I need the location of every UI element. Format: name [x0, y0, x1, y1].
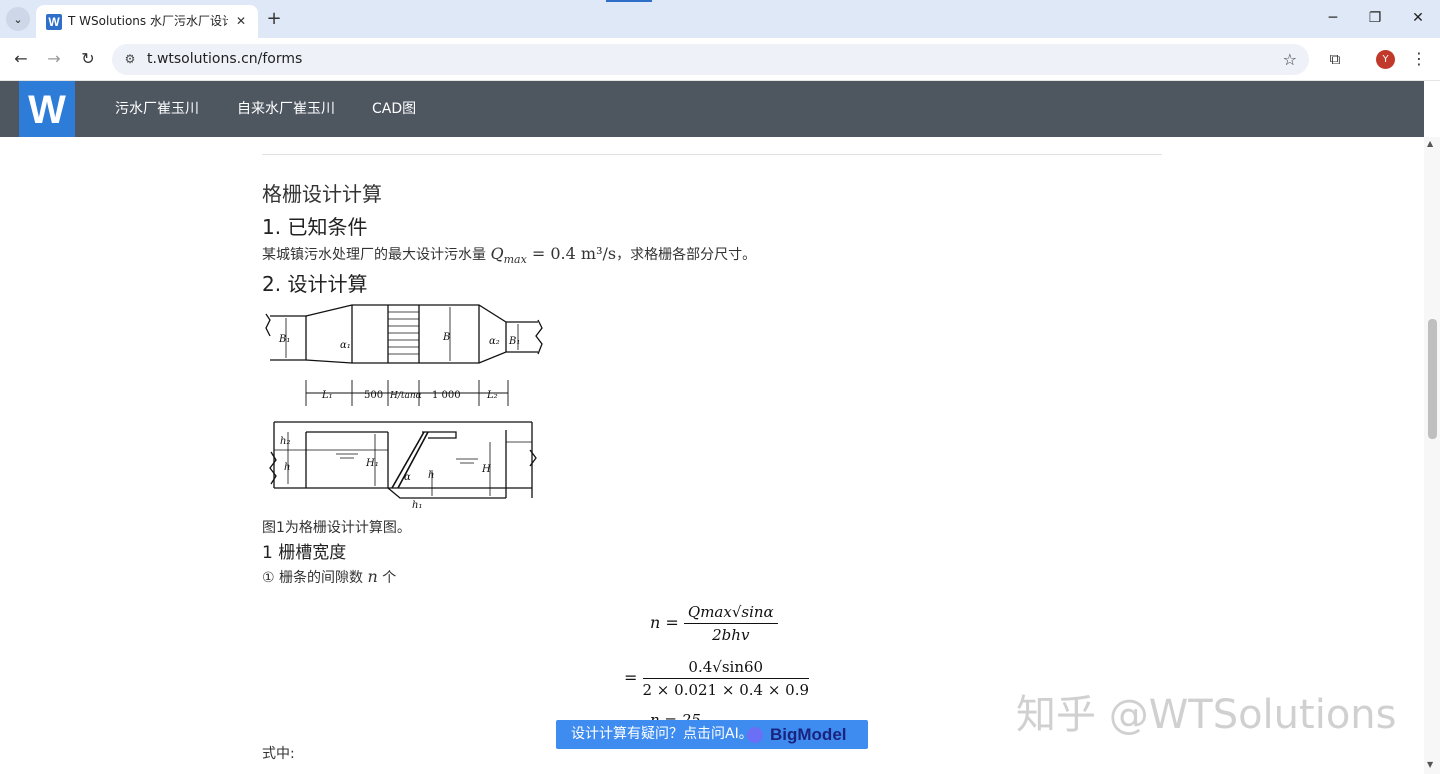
- formula-sub-lhs: =: [624, 668, 638, 687]
- label-h2: h₂: [280, 436, 290, 447]
- label-alpha1: α₁: [340, 340, 351, 351]
- nav-link-waterworks[interactable]: 自来水厂崔玉川: [237, 100, 335, 118]
- profile-avatar[interactable]: Y: [1376, 50, 1395, 69]
- puzzle-icon[interactable]: ⧉: [1325, 49, 1345, 69]
- section-heading-calculation: 2. 设计计算: [262, 272, 368, 296]
- condition-paragraph: 某城镇污水处理厂的最大设计污水量 Qmax = 0.4 m³/s，求格栅各部分尺…: [262, 244, 756, 270]
- chevron-down-icon: ⌄: [13, 12, 23, 26]
- scroll-up-icon[interactable]: ▲: [1427, 139, 1433, 148]
- condition-prefix: 某城镇污水处理厂的最大设计污水量: [262, 247, 486, 263]
- item-variable: n: [367, 567, 378, 586]
- arrow-right-icon[interactable]: →: [43, 48, 65, 70]
- formula-n-substituted: = 0.4√sin60 2 × 0.021 × 0.4 × 0.9: [624, 658, 810, 699]
- label-h1-small: h₁: [412, 500, 422, 511]
- nav-link-wastewater[interactable]: 污水厂崔玉川: [115, 100, 199, 118]
- label-500: 500: [364, 390, 383, 401]
- arrow-left-icon[interactable]: ←: [10, 48, 32, 70]
- figure-caption: 图1为格栅设计计算图。: [262, 520, 411, 536]
- browser-tab-active[interactable]: W T WSolutions 水厂污水厂设计 ✕: [36, 5, 258, 38]
- divider: [262, 154, 1162, 155]
- site-logo[interactable]: W: [19, 81, 75, 137]
- site-header: W 污水厂崔玉川 自来水厂崔玉川 CAD图: [0, 81, 1424, 137]
- restore-icon[interactable]: ❐: [1365, 8, 1385, 28]
- label-h1-capital: H₁: [365, 458, 379, 469]
- formula-sub-numerator: 0.4√sin60: [642, 658, 810, 679]
- article-content: 格栅设计计算 1. 已知条件 某城镇污水处理厂的最大设计污水量 Qmax = 0…: [262, 137, 1162, 774]
- formula-n-lhs: n =: [650, 613, 679, 632]
- page-title: 格栅设计计算: [262, 182, 382, 206]
- formula-n-denominator: 2bhv: [712, 626, 750, 644]
- label-b1-right: B₁: [508, 336, 520, 347]
- bigmodel-logo-icon: [747, 727, 763, 743]
- kebab-icon[interactable]: ⋮: [1411, 48, 1427, 70]
- favicon-icon: W: [46, 14, 62, 30]
- browser-tab-bar: ⌄ W T WSolutions 水厂污水厂设计 ✕ + ─ ❐ ✕: [0, 0, 1440, 38]
- star-icon[interactable]: ☆: [1283, 50, 1297, 69]
- label-l2: L₂: [486, 390, 498, 401]
- ask-ai-banner[interactable]: 设计计算有疑问？点击问AI。 BigModel: [556, 720, 868, 749]
- flow-subscript: max: [503, 252, 527, 266]
- page-scrollbar[interactable]: ▲ ▼: [1424, 137, 1440, 774]
- flow-value: = 0.4 m³/s: [526, 244, 617, 263]
- window-close-icon[interactable]: ✕: [1408, 8, 1428, 28]
- tab-title: T WSolutions 水厂污水厂设计: [68, 14, 228, 28]
- site-info-icon[interactable]: ⚙: [122, 51, 138, 67]
- tab-list-button[interactable]: ⌄: [6, 7, 30, 31]
- screen-design-diagram: B₁ α₁ B α₂ B₁ L₁ 500 H/tanα 1 000 L₂ h₂ …: [265, 304, 543, 511]
- formula-n: n = Qmax√sinα 2bhv: [650, 603, 778, 644]
- plus-icon[interactable]: +: [264, 9, 284, 29]
- where-label: 式中:: [262, 746, 295, 762]
- reload-icon[interactable]: ↻: [77, 48, 99, 70]
- flow-symbol: Q: [490, 244, 504, 263]
- condition-suffix: ，求格栅各部分尺寸。: [616, 247, 757, 263]
- label-H: H: [481, 464, 491, 475]
- scroll-thumb[interactable]: [1428, 319, 1437, 439]
- section-heading-conditions: 1. 已知条件: [262, 215, 368, 239]
- item-bar-gap-count: ① 栅条的间隙数 n 个: [262, 567, 396, 588]
- label-b1: B₁: [278, 334, 290, 345]
- label-alpha2: α₂: [489, 336, 500, 347]
- label-h-tan: H/tanα: [389, 391, 422, 401]
- item-suffix: 个: [382, 570, 397, 586]
- minimize-icon[interactable]: ─: [1323, 8, 1343, 28]
- close-icon[interactable]: ✕: [232, 12, 250, 30]
- nav-link-cad[interactable]: CAD图: [372, 100, 416, 118]
- watermark: 知乎 @WTSolutions: [1016, 692, 1397, 738]
- ask-ai-text[interactable]: 设计计算有疑问？点击问AI。: [571, 726, 753, 743]
- url-text[interactable]: t.wtsolutions.cn/forms: [147, 51, 302, 68]
- tab-drag-indicator: [606, 0, 652, 2]
- browser-toolbar: ← → ↻ ⚙ t.wtsolutions.cn/forms ☆ ⧉ Y ⋮: [0, 38, 1440, 81]
- label-h-small: h: [428, 470, 434, 481]
- label-h: h: [284, 462, 290, 473]
- formula-sub-denominator: 2 × 0.021 × 0.4 × 0.9: [642, 681, 810, 699]
- bigmodel-brand: BigModel: [770, 725, 847, 744]
- label-l1: L₁: [321, 390, 333, 401]
- item-prefix: ① 栅条的间隙数: [262, 570, 364, 586]
- subheading-channel-width: 1 栅槽宽度: [262, 543, 347, 563]
- formula-n-numerator: Qmax√sinα: [683, 603, 778, 624]
- address-bar[interactable]: ⚙ t.wtsolutions.cn/forms ☆: [112, 44, 1309, 75]
- scroll-down-icon[interactable]: ▼: [1427, 760, 1433, 769]
- label-b: B: [442, 332, 450, 343]
- label-1000: 1 000: [432, 390, 461, 401]
- label-alpha: α: [404, 472, 411, 483]
